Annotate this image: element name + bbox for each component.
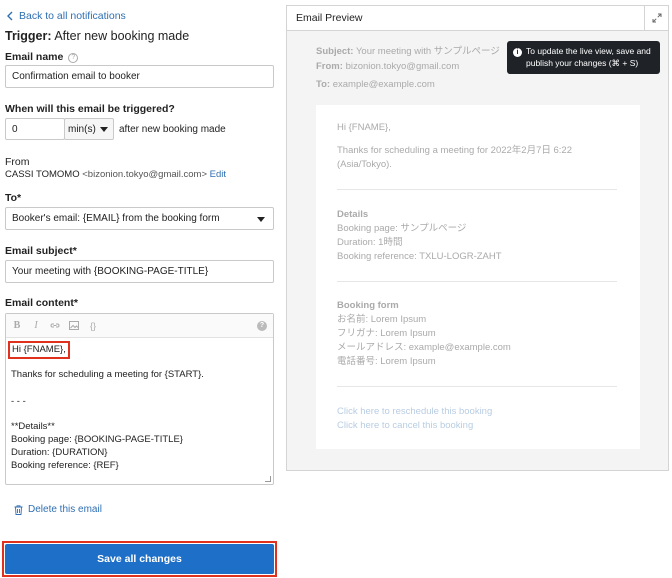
chevron-left-icon — [7, 11, 13, 21]
notification-editor: Back to all notifications Trigger: After… — [0, 0, 282, 578]
delete-email-button[interactable]: Delete this email — [14, 504, 102, 515]
trigger-prefix: Trigger: — [5, 29, 52, 43]
preview-form-line: お名前: Lorem Ipsum — [337, 314, 427, 325]
trigger-time-number-value: 0 — [12, 123, 18, 135]
preview-title: Email Preview — [296, 12, 363, 24]
to-label: To* — [5, 192, 22, 204]
email-name-label: Email name? — [5, 51, 79, 63]
page-title: Trigger: After new booking made — [5, 29, 189, 43]
link-icon[interactable] — [50, 321, 60, 330]
from-value: CASSI TOMOMO <bizonion.tokyo@gmail.com> … — [5, 169, 226, 180]
resize-handle[interactable] — [265, 476, 271, 482]
preview-thanks-line: Thanks for scheduling a meeting for 2022… — [337, 145, 572, 156]
back-link-label: Back to all notifications — [19, 10, 126, 22]
caret-down-icon — [100, 127, 108, 132]
preview-header: Email Preview — [287, 6, 668, 31]
preview-from: From: bizonion.tokyo@gmail.com — [316, 61, 459, 72]
preview-subject-label: Subject: — [316, 46, 354, 57]
content-line: Booking page: {BOOKING-PAGE-TITLE} — [11, 434, 183, 445]
code-icon[interactable]: {} — [88, 321, 98, 331]
caret-down-icon — [257, 217, 265, 222]
preview-form-line: 電話番号: Lorem Ipsum — [337, 356, 436, 367]
trigger-name: After new booking made — [54, 29, 190, 43]
subject-input[interactable]: Your meeting with {BOOKING-PAGE-TITLE} — [5, 260, 274, 283]
live-view-tooltip: i To update the live view, save and publ… — [507, 41, 660, 74]
trigger-time-suffix: after new booking made — [119, 124, 226, 135]
content-line: Duration: {DURATION} — [11, 447, 108, 458]
to-select[interactable]: Booker's email: {EMAIL} from the booking… — [5, 207, 274, 230]
email-name-value: Confirmation email to booker — [12, 71, 140, 82]
content-line: Thanks for scheduling a meeting for {STA… — [11, 369, 204, 380]
preview-from-label: From: — [316, 61, 343, 72]
help-icon[interactable]: ? — [68, 53, 79, 63]
cancel-link[interactable]: Click here to cancel this booking — [337, 419, 473, 433]
info-icon: i — [513, 48, 522, 57]
delete-email-label: Delete this email — [28, 504, 102, 515]
divider — [337, 281, 617, 282]
expand-icon — [652, 13, 661, 23]
content-line: - - - — [11, 396, 26, 407]
image-icon[interactable] — [69, 321, 79, 330]
email-preview-panel: Email Preview Subject: Your meeting with… — [286, 5, 669, 471]
preview-to-label: To: — [316, 79, 331, 90]
preview-form-line: メールアドレス: example@example.com — [337, 342, 511, 353]
preview-form-title: Booking form — [337, 300, 399, 311]
preview-detail-line: Booking page: サンプルページ — [337, 223, 467, 234]
edit-from-link[interactable]: Edit — [210, 169, 226, 180]
subject-value: Your meeting with {BOOKING-PAGE-TITLE} — [12, 266, 209, 277]
email-name-label-text: Email name — [5, 51, 64, 63]
tooltip-line: publish your changes (⌘ + S) — [526, 58, 639, 68]
italic-icon[interactable]: I — [31, 320, 41, 331]
subject-label: Email subject* — [5, 245, 77, 257]
preview-subject-value: Your meeting with サンプルページ — [355, 46, 500, 57]
to-value: Booker's email: {EMAIL} from the booking… — [12, 213, 220, 224]
trash-icon — [14, 504, 23, 515]
from-label: From — [5, 156, 30, 168]
reschedule-link[interactable]: Click here to reschedule this booking — [337, 405, 492, 419]
trigger-time-unit-value: min(s) — [68, 123, 96, 135]
trigger-time-unit-select[interactable]: min(s) — [64, 118, 114, 140]
content-label: Email content* — [5, 297, 78, 309]
divider — [337, 386, 617, 387]
email-name-input[interactable]: Confirmation email to booker — [5, 65, 274, 88]
preview-details-title: Details — [337, 209, 369, 220]
save-all-changes-button[interactable]: Save all changes — [5, 544, 274, 574]
email-content-editor[interactable]: B I {} ? Hi {FNAME}, Thanks for scheduli… — [5, 313, 274, 485]
preview-detail-line: Booking reference: TXLU-LOGR-ZAHT — [337, 251, 502, 262]
fname-placeholder-highlight: Hi {FNAME}, — [8, 341, 70, 359]
preview-detail-line: Duration: 1時間 — [337, 237, 403, 248]
tooltip-line: To update the live view, save and — [526, 46, 651, 56]
content-line: Booking reference: {REF} — [11, 460, 119, 471]
from-name: CASSI TOMOMO — [5, 169, 80, 180]
trigger-time-number-input[interactable]: 0 — [5, 118, 65, 140]
preview-form-line: フリガナ: Lorem Ipsum — [337, 328, 436, 339]
preview-greeting: Hi {FNAME}, — [337, 122, 391, 133]
help-icon[interactable]: ? — [257, 321, 267, 331]
content-line: **Details** — [11, 421, 55, 432]
expand-preview-button[interactable] — [644, 6, 668, 30]
trigger-time-label: When will this email be triggered? — [5, 103, 175, 115]
preview-from-value: bizonion.tokyo@gmail.com — [345, 61, 460, 72]
preview-to-value: example@example.com — [332, 79, 435, 90]
preview-subject: Subject: Your meeting with サンプルページ — [316, 43, 500, 57]
bold-icon[interactable]: B — [12, 320, 22, 331]
editor-toolbar: B I {} ? — [6, 314, 273, 338]
back-to-notifications-link[interactable]: Back to all notifications — [6, 10, 126, 22]
preview-to: To: example@example.com — [316, 79, 435, 90]
divider — [337, 189, 617, 190]
preview-thanks-line: (Asia/Tokyo). — [337, 159, 392, 170]
preview-email-body: Hi {FNAME}, Thanks for scheduling a meet… — [316, 105, 640, 449]
from-email: <bizonion.tokyo@gmail.com> — [82, 169, 208, 180]
